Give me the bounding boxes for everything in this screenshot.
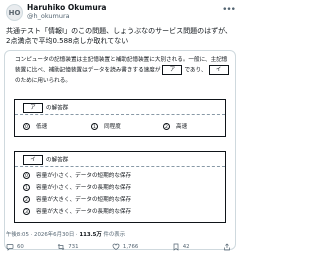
share-icon — [224, 243, 230, 251]
question-text: コンピュータの記憶装置は主記憶装置と補助記憶装置に大別される。一般に、主記憶装置… — [15, 55, 231, 86]
like-button[interactable]: 1,766 — [112, 243, 138, 251]
reply-button[interactable]: 60 — [6, 243, 24, 251]
like-count: 1,766 — [122, 244, 139, 250]
option-text: 同程度 — [104, 124, 121, 130]
answer-a-option-2: 2 高速 — [163, 123, 187, 131]
answer-group-i-suffix: の解答群 — [46, 157, 69, 164]
bookmark-icon — [173, 243, 179, 251]
author-name[interactable]: Haruhiko Okumura — [27, 3, 106, 12]
answer-i-option-2: 2 容量が大きく、データの短期的な保存 — [23, 196, 131, 204]
answer-a-option-1: 1 同程度 — [91, 123, 121, 131]
bookmark-count: 42 — [182, 244, 190, 250]
question-text-part-3: のために用いられる。 — [15, 77, 71, 84]
reply-icon — [6, 244, 14, 251]
more-options-icon[interactable]: ••• — [222, 6, 236, 15]
retweet-button[interactable]: 731 — [57, 243, 79, 251]
timestamp[interactable]: 午後8:05 · 2026年6月30日 · — [6, 232, 79, 238]
answer-group-i: イの解答群 0 容量が小さく、データの短期的な保存 1 容量が小さく、データの長期的… — [14, 151, 226, 223]
option-text: 高速 — [176, 124, 188, 130]
option-number: 0 — [23, 172, 30, 179]
question-text-part-2: であり、 — [184, 67, 207, 74]
option-number: 3 — [23, 208, 30, 215]
view-count: 113.5万 — [79, 232, 102, 238]
tweet-text: 共通テスト「情報I」のこの問題、しょうぶなのサービス問題のはずが、2点満点で平均… — [6, 27, 232, 45]
option-text: 低速 — [36, 124, 48, 130]
option-text: 容量が大きく、データの長期的な保存 — [36, 209, 132, 215]
share-button[interactable] — [223, 243, 234, 251]
option-text: 容量が小さく、データの長期的な保存 — [36, 185, 132, 191]
answer-group-i-blank: イ — [23, 155, 43, 165]
blank-i: イ — [208, 65, 229, 75]
action-bar: 60 731 1,766 42 — [6, 241, 234, 253]
option-number: 2 — [163, 123, 170, 130]
answer-i-option-3: 3 容量が大きく、データの長期的な保存 — [23, 208, 131, 216]
answer-i-option-0: 0 容量が小さく、データの短期的な保存 — [23, 172, 131, 180]
avatar[interactable]: HO — [6, 4, 23, 21]
option-number: 0 — [23, 123, 30, 130]
blank-a: ア — [162, 65, 183, 75]
option-text: 容量が小さく、データの短期的な保存 — [36, 173, 132, 179]
option-number: 2 — [23, 196, 30, 203]
answer-group-a-blank: ア — [23, 103, 43, 113]
option-text: 容量が大きく、データの短期的な保存 — [36, 197, 132, 203]
option-number: 1 — [23, 184, 30, 191]
tweet-meta: 午後8:05 · 2026年6月30日 · 113.5万 件の表示 — [6, 231, 125, 239]
answer-group-a-label: アの解答群 — [23, 103, 68, 114]
answer-group-a: アの解答群 0 低速 1 同程度 2 高速 — [14, 99, 226, 137]
view-label: 件の表示 — [101, 232, 126, 238]
divider — [15, 166, 225, 167]
retweet-icon — [57, 244, 65, 250]
answer-a-option-0: 0 低速 — [23, 123, 47, 131]
retweet-count: 731 — [68, 244, 79, 250]
heart-icon — [112, 243, 120, 250]
option-number: 1 — [91, 123, 98, 130]
bookmark-button[interactable]: 42 — [172, 243, 190, 251]
divider — [15, 114, 225, 115]
answer-group-i-label: イの解答群 — [23, 155, 68, 166]
author-handle[interactable]: @h_okumura — [27, 12, 70, 21]
quiz-image[interactable]: コンピュータの記憶装置は主記憶装置と補助記憶装置に大別される。一般に、主記憶装置… — [4, 50, 236, 250]
reply-count: 60 — [17, 244, 24, 250]
answer-group-a-suffix: の解答群 — [46, 105, 69, 112]
answer-i-option-1: 1 容量が小さく、データの長期的な保存 — [23, 184, 131, 192]
